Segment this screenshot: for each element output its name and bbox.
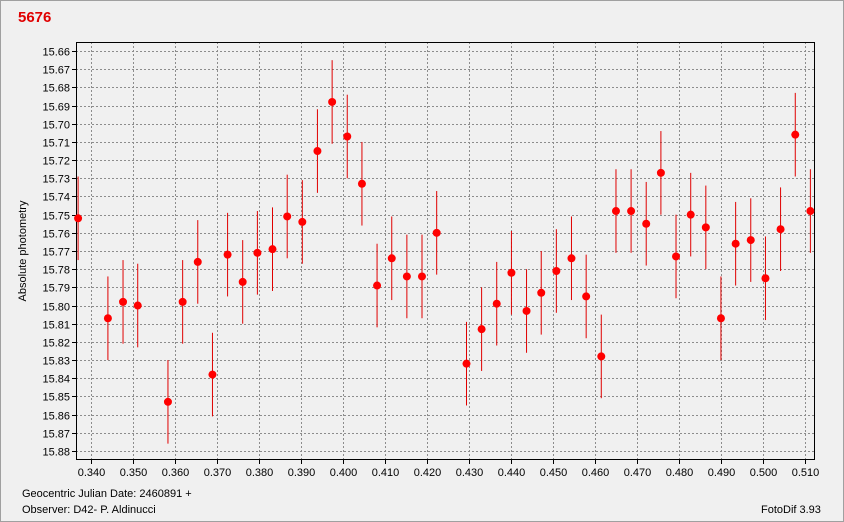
y-tick-label: 15.78 [42, 265, 70, 277]
x-tick-label: 0.380 [246, 467, 274, 479]
data-point [133, 301, 142, 310]
y-axis: 15.66 15.67 15.68 15.69 15.70 15.71 15.72 15.73… [42, 47, 76, 459]
data-point [74, 214, 83, 223]
data-point [627, 207, 636, 216]
y-tick-label: 15.69 [42, 102, 70, 114]
data-point [208, 370, 217, 379]
x-tick-label: 0.420 [414, 467, 442, 479]
data-point [103, 314, 112, 323]
data-point [268, 245, 277, 254]
y-tick-label: 15.66 [42, 47, 70, 59]
y-tick-label: 15.86 [42, 411, 70, 423]
data-point [283, 212, 292, 221]
data-point [417, 272, 426, 281]
data-point [791, 130, 800, 139]
x-tick-label: 0.370 [204, 467, 232, 479]
data-point [597, 352, 606, 361]
y-tick-label: 15.71 [42, 138, 70, 150]
observer-label: Observer: D42- P. Aldinucci [22, 504, 156, 516]
data-point [462, 359, 471, 368]
data-point [716, 314, 725, 323]
x-tick-label: 0.400 [330, 467, 358, 479]
x-tick-label: 0.470 [624, 467, 652, 479]
x-tick-label: 0.360 [162, 467, 190, 479]
y-tick-label: 15.79 [42, 283, 70, 295]
julian-date-label: Geocentric Julian Date: 2460891 + [22, 488, 192, 500]
y-axis-title: Absolute photometry [17, 200, 29, 301]
data-point [432, 228, 441, 237]
x-tick-label: 0.340 [78, 467, 106, 479]
y-tick-label: 15.68 [42, 83, 70, 95]
y-tick-label: 15.84 [42, 374, 70, 386]
data-point [402, 272, 411, 281]
data-point [582, 292, 591, 301]
data-point [119, 297, 128, 306]
data-point [761, 274, 770, 283]
y-tick-label: 15.87 [42, 429, 70, 441]
y-tick-label: 15.67 [42, 65, 70, 77]
data-point [298, 217, 307, 226]
data-point [552, 266, 561, 275]
y-tick-label: 15.76 [42, 229, 70, 241]
y-tick-label: 15.77 [42, 247, 70, 259]
data-point [537, 288, 546, 297]
y-tick-label: 15.88 [42, 447, 70, 459]
y-tick-label: 15.74 [42, 192, 70, 204]
data-point [253, 248, 262, 257]
y-tick-label: 15.80 [42, 302, 70, 314]
x-tick-label: 0.500 [750, 467, 778, 479]
y-tick-label: 15.83 [42, 356, 70, 368]
x-tick-label: 0.490 [708, 467, 736, 479]
y-tick-label: 15.70 [42, 120, 70, 132]
data-point [477, 325, 486, 334]
data-point [642, 219, 651, 228]
y-tick-label: 15.73 [42, 174, 70, 186]
data-point [611, 207, 620, 216]
chart-area: 15.66 15.67 15.68 15.69 15.70 15.71 15.72 15.73… [17, 42, 820, 479]
x-tick-label: 0.390 [288, 467, 316, 479]
x-tick-label: 0.450 [540, 467, 568, 479]
data-point [223, 250, 232, 259]
data-point [163, 397, 172, 406]
y-tick-label: 15.81 [42, 320, 70, 332]
data-point [313, 147, 322, 156]
y-tick-label: 15.72 [42, 156, 70, 168]
app-version-label: FotoDif 3.93 [761, 504, 821, 516]
data-point [343, 132, 352, 141]
x-tick-label: 0.440 [498, 467, 526, 479]
data-point [522, 306, 531, 315]
data-point [701, 223, 710, 232]
data-point [776, 225, 785, 234]
data-point [507, 268, 516, 277]
x-tick-label: 0.410 [372, 467, 400, 479]
data-point [357, 179, 366, 188]
data-point [492, 299, 501, 308]
x-tick-label: 0.460 [582, 467, 610, 479]
data-point [806, 207, 815, 216]
data-point [387, 254, 396, 263]
data-point [328, 97, 337, 106]
data-point [686, 210, 695, 219]
data-point [746, 236, 755, 245]
y-tick-label: 15.85 [42, 392, 70, 404]
data-point [731, 239, 740, 248]
data-point [238, 277, 247, 286]
x-axis: 0.340 0.350 0.360 0.370 0.380 0.390 0.400 0.410… [78, 460, 820, 479]
x-tick-label: 0.350 [120, 467, 148, 479]
x-tick-label: 0.480 [666, 467, 694, 479]
data-point [193, 257, 202, 266]
y-tick-label: 15.82 [42, 338, 70, 350]
data-point [567, 254, 576, 263]
data-point [178, 297, 187, 306]
x-tick-label: 0.510 [792, 467, 820, 479]
x-tick-label: 0.430 [456, 467, 484, 479]
data-point [373, 281, 382, 290]
data-point [672, 252, 681, 261]
data-point [656, 168, 665, 177]
y-tick-label: 15.75 [42, 211, 70, 223]
